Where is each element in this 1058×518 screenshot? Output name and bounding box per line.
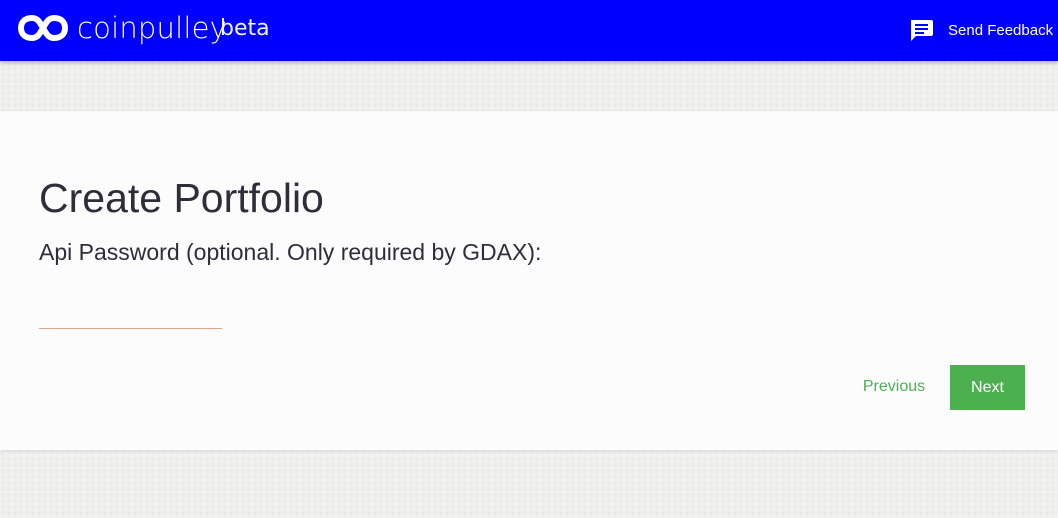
top-app-bar: coinpulley beta Send Feedback (0, 0, 1058, 61)
api-password-input[interactable] (39, 301, 222, 329)
next-button[interactable]: Next (950, 365, 1025, 410)
api-password-label: Api Password (optional. Only required by… (39, 239, 542, 265)
beta-tag: beta (220, 16, 270, 41)
brand-name[interactable]: coinpulley (77, 9, 227, 47)
page-title: Create Portfolio (39, 175, 324, 221)
previous-button[interactable]: Previous (848, 365, 940, 409)
send-feedback-button[interactable]: Send Feedback (908, 16, 1053, 44)
feedback-message-icon (911, 20, 933, 41)
send-feedback-label: Send Feedback (948, 21, 1054, 39)
infinity-icon[interactable] (18, 12, 68, 44)
create-portfolio-card: Create Portfolio Api Password (optional.… (0, 111, 1058, 450)
